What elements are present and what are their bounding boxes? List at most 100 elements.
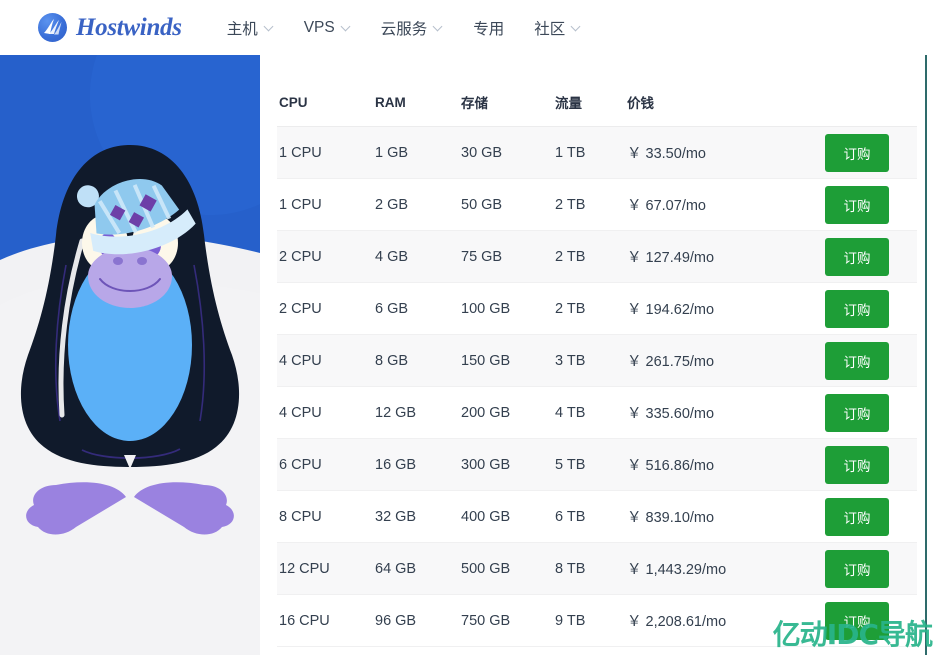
column-header-action: [807, 82, 917, 127]
nav-item-label: 主机: [226, 20, 258, 38]
chevron-down-icon: [572, 23, 581, 32]
brand-name: Hostwinds: [76, 13, 182, 41]
cell-storage: 50 GB: [461, 178, 555, 231]
cell-cpu: 1 CPU: [277, 178, 375, 231]
table-body: 1 CPU 1 GB 30 GB 1 TB ￥ 33.50/mo 订购 1 CPU 2 GB 5…: [277, 126, 917, 647]
nav-item-cloud[interactable]: 云服务: [381, 13, 444, 43]
cell-action: 订购: [807, 542, 917, 595]
cell-price: ￥ 261.75/mo: [627, 334, 807, 387]
cell-bandwidth: 6 TB: [555, 490, 627, 543]
cell-ram: 8 GB: [375, 334, 461, 387]
cell-price: ￥ 335.60/mo: [627, 386, 807, 439]
table-header-row: CPU RAM 存储 流量 价钱: [277, 82, 917, 127]
nav-item-label: 社区: [534, 20, 566, 38]
cell-action: 订购: [807, 334, 917, 387]
cell-bandwidth: 5 TB: [555, 438, 627, 491]
order-button[interactable]: 订购: [825, 393, 889, 432]
nav-item-hosting[interactable]: 主机: [227, 13, 274, 43]
table-row: 4 CPU 12 GB 200 GB 4 TB ￥ 335.60/mo 订购: [277, 386, 917, 439]
order-button[interactable]: 订购: [825, 133, 889, 172]
order-button[interactable]: 订购: [825, 341, 889, 380]
cell-cpu: 1 CPU: [277, 126, 375, 179]
order-button[interactable]: 订购: [825, 185, 889, 224]
cell-price: ￥ 194.62/mo: [627, 282, 807, 335]
order-button[interactable]: 订购: [825, 289, 889, 328]
cell-action: 订购: [807, 282, 917, 335]
cell-ram: 96 GB: [375, 594, 461, 647]
cell-ram: 1 GB: [375, 126, 461, 179]
nav-item-community[interactable]: 社区: [534, 13, 581, 43]
order-button[interactable]: 订购: [825, 549, 889, 588]
cell-price: ￥ 839.10/mo: [627, 490, 807, 543]
cell-cpu: 12 CPU: [277, 542, 375, 595]
column-header-ram: RAM: [375, 82, 461, 127]
cell-action: 订购: [807, 490, 917, 543]
cell-ram: 12 GB: [375, 386, 461, 439]
cell-price: ￥ 33.50/mo: [627, 126, 807, 179]
cell-price: ￥ 1,443.29/mo: [627, 542, 807, 595]
nav-item-label: 专用: [473, 20, 505, 38]
top-navigation-bar: Hostwinds 主机 VPS 云服务 专用 社区: [0, 0, 934, 55]
cell-price: ￥ 516.86/mo: [627, 438, 807, 491]
chevron-down-icon: [434, 23, 443, 32]
order-button[interactable]: 订购: [825, 601, 889, 640]
cell-storage: 30 GB: [461, 126, 555, 179]
column-header-price: 价钱: [627, 82, 807, 127]
nav-item-vps[interactable]: VPS: [304, 15, 351, 41]
cell-storage: 200 GB: [461, 386, 555, 439]
table-row: 2 CPU 4 GB 75 GB 2 TB ￥ 127.49/mo 订购: [277, 230, 917, 283]
cell-bandwidth: 1 TB: [555, 126, 627, 179]
pricing-content-area: CPU RAM 存储 流量 价钱 1 CPU 1 GB 30 GB 1 TB ￥ 33.…: [260, 55, 934, 655]
cell-cpu: 4 CPU: [277, 334, 375, 387]
cell-storage: 75 GB: [461, 230, 555, 283]
cell-action: 订购: [807, 438, 917, 491]
chevron-down-icon: [342, 23, 351, 32]
table-row: 12 CPU 64 GB 500 GB 8 TB ￥ 1,443.29/mo 订购: [277, 542, 917, 595]
nav-links: 主机 VPS 云服务 专用 社区: [227, 13, 582, 43]
brand-logo[interactable]: Hostwinds: [38, 13, 182, 42]
cell-bandwidth: 2 TB: [555, 282, 627, 335]
vps-pricing-table: CPU RAM 存储 流量 价钱 1 CPU 1 GB 30 GB 1 TB ￥ 33.…: [277, 82, 917, 647]
cell-bandwidth: 2 TB: [555, 178, 627, 231]
cell-storage: 100 GB: [461, 282, 555, 335]
table-row: 2 CPU 6 GB 100 GB 2 TB ￥ 194.62/mo 订购: [277, 282, 917, 335]
cell-action: 订购: [807, 386, 917, 439]
cell-storage: 500 GB: [461, 542, 555, 595]
cell-ram: 2 GB: [375, 178, 461, 231]
cell-cpu: 4 CPU: [277, 386, 375, 439]
cell-action: 订购: [807, 126, 917, 179]
cell-ram: 4 GB: [375, 230, 461, 283]
column-header-cpu: CPU: [277, 82, 375, 127]
cell-ram: 6 GB: [375, 282, 461, 335]
hero-illustration-panel: [0, 55, 260, 655]
cell-action: 订购: [807, 178, 917, 231]
table-row: 1 CPU 2 GB 50 GB 2 TB ￥ 67.07/mo 订购: [277, 178, 917, 231]
cell-ram: 64 GB: [375, 542, 461, 595]
column-header-storage: 存储: [461, 82, 555, 127]
order-button[interactable]: 订购: [825, 497, 889, 536]
table-row: 16 CPU 96 GB 750 GB 9 TB ￥ 2,208.61/mo 订购: [277, 594, 917, 647]
cell-bandwidth: 4 TB: [555, 386, 627, 439]
cell-action: 订购: [807, 230, 917, 283]
table-row: 6 CPU 16 GB 300 GB 5 TB ￥ 516.86/mo 订购: [277, 438, 917, 491]
cell-bandwidth: 2 TB: [555, 230, 627, 283]
cell-storage: 400 GB: [461, 490, 555, 543]
cell-ram: 32 GB: [375, 490, 461, 543]
linux-tux-penguin-illustration: [0, 55, 260, 655]
table-row: 4 CPU 8 GB 150 GB 3 TB ￥ 261.75/mo 订购: [277, 334, 917, 387]
order-button[interactable]: 订购: [825, 237, 889, 276]
nav-item-dedicated[interactable]: 专用: [473, 13, 504, 43]
cell-action: 订购: [807, 594, 917, 647]
column-header-bandwidth: 流量: [555, 82, 627, 127]
cell-bandwidth: 9 TB: [555, 594, 627, 647]
cell-cpu: 2 CPU: [277, 230, 375, 283]
cell-bandwidth: 8 TB: [555, 542, 627, 595]
cell-cpu: 2 CPU: [277, 282, 375, 335]
order-button[interactable]: 订购: [825, 445, 889, 484]
table-row: 8 CPU 32 GB 400 GB 6 TB ￥ 839.10/mo 订购: [277, 490, 917, 543]
cell-cpu: 6 CPU: [277, 438, 375, 491]
cell-price: ￥ 2,208.61/mo: [627, 594, 807, 647]
cell-ram: 16 GB: [375, 438, 461, 491]
cell-cpu: 8 CPU: [277, 490, 375, 543]
cell-storage: 750 GB: [461, 594, 555, 647]
